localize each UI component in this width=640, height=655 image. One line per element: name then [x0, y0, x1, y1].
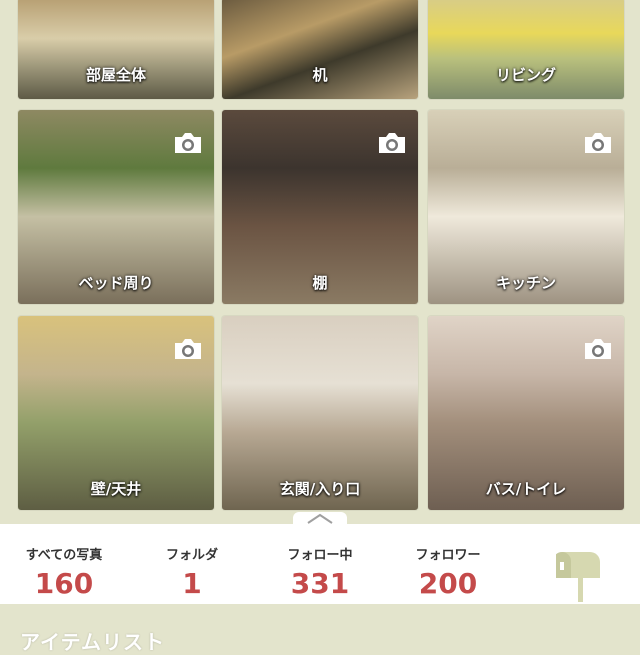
camera-icon — [379, 133, 405, 153]
stat-all-photos[interactable]: すべての写真 160 — [4, 524, 124, 600]
stat-following[interactable]: フォロー中 331 — [260, 524, 380, 600]
folder-tile-desk[interactable]: 机 — [222, 0, 418, 99]
folder-label: 玄関/入り口 — [279, 480, 361, 498]
folder-label: 部屋全体 — [85, 66, 146, 84]
stat-value: 200 — [418, 567, 478, 600]
camera-icon — [175, 133, 201, 153]
stat-value: 1 — [182, 567, 202, 600]
folder-label: 机 — [312, 66, 328, 84]
stat-value: 160 — [34, 567, 94, 600]
mailbox-icon[interactable] — [556, 544, 606, 602]
camera-icon — [585, 133, 611, 153]
stat-value: 331 — [290, 567, 350, 600]
folder-grid: 部屋全体 机 リビング ベッド周り 棚 キッチン 壁/天井 玄関/入り口 バス/… — [0, 0, 640, 523]
folder-tile-bed[interactable]: ベッド周り — [18, 110, 214, 304]
folder-label: キッチン — [495, 274, 556, 292]
folder-label: ベッド周り — [78, 274, 154, 292]
folder-tile-shelf[interactable]: 棚 — [222, 110, 418, 304]
stat-label: フォロワー — [415, 548, 481, 563]
folder-tile-kitchen[interactable]: キッチン — [428, 110, 624, 304]
profile-stats-bar: すべての写真 160 フォルダ 1 フォロー中 331 フォロワー 200 — [0, 512, 640, 604]
folder-tile-living[interactable]: リビング — [428, 0, 624, 99]
section-title: アイテムリスト — [20, 630, 165, 654]
stat-folders[interactable]: フォルダ 1 — [132, 524, 252, 600]
folder-tile-wall[interactable]: 壁/天井 — [18, 316, 214, 510]
stat-label: すべての写真 — [25, 548, 103, 563]
folder-label: バス/トイレ — [485, 480, 567, 498]
folder-label: リビング — [495, 66, 556, 84]
stat-label: フォルダ — [165, 548, 218, 563]
stat-followers[interactable]: フォロワー 200 — [388, 524, 508, 600]
folder-tile-room[interactable]: 部屋全体 — [18, 0, 214, 99]
camera-icon — [585, 339, 611, 359]
folder-label: 棚 — [312, 274, 328, 292]
folder-tile-bath[interactable]: バス/トイレ — [428, 316, 624, 510]
folder-tile-entrance[interactable]: 玄関/入り口 — [222, 316, 418, 510]
stat-label: フォロー中 — [287, 548, 353, 563]
camera-icon — [175, 339, 201, 359]
folder-label: 壁/天井 — [90, 480, 142, 498]
